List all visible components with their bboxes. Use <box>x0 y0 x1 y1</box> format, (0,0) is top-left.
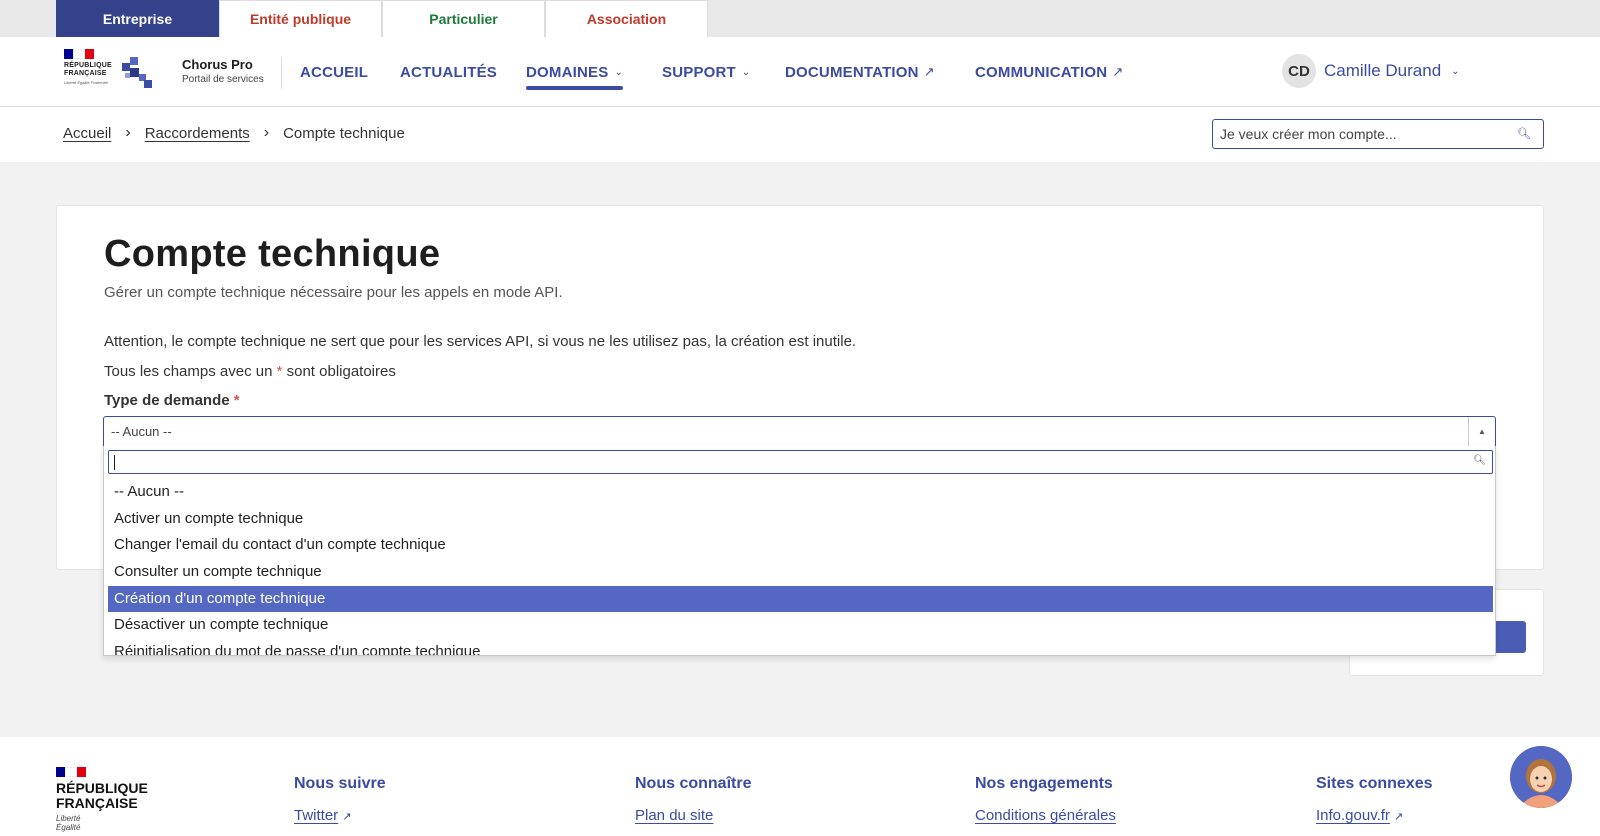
footer-link-conditions[interactable]: Conditions générales <box>975 807 1116 824</box>
footer-rf-line2: FRANÇAISE <box>56 795 138 811</box>
option-aucun[interactable]: -- Aucun -- <box>108 479 1493 506</box>
search-input[interactable]: Je veux créer mon compte... 🔍︎ <box>1212 119 1544 149</box>
flag-icon <box>64 49 94 59</box>
site-header: RÉPUBLIQUE FRANÇAISE Liberté Égalité Fra… <box>0 37 1600 107</box>
user-name: Camille Durand <box>1324 61 1442 80</box>
footer-link-plan-du-site[interactable]: Plan du site <box>635 807 713 824</box>
breadcrumb-separator-icon: › <box>263 124 270 141</box>
option-activer[interactable]: Activer un compte technique <box>108 506 1493 533</box>
tab-entite-publique[interactable]: Entité publique <box>219 0 382 37</box>
footer-motto: Liberté <box>56 814 81 823</box>
breadcrumb-separator-icon: › <box>125 124 131 141</box>
brand[interactable]: Chorus Pro Portail de services <box>182 57 264 85</box>
flag-icon <box>56 767 86 777</box>
external-link-icon: ↗ <box>1112 64 1124 79</box>
footer-motto: Égalité <box>56 823 81 832</box>
chevron-down-icon: ⌄ <box>1451 65 1460 77</box>
chatbot-face-icon <box>1510 746 1572 808</box>
option-changer-email[interactable]: Changer l'email du contact d'un compte t… <box>108 532 1493 559</box>
search-icon: 🔍︎ <box>1473 455 1486 466</box>
breadcrumb-bar: Accueil › Raccordements › Compte techniq… <box>0 107 1600 162</box>
nav-domaines[interactable]: DOMAINES ⌄ <box>526 37 624 107</box>
rf-line2: FRANÇAISE <box>64 70 107 77</box>
footer-link-info-gouv[interactable]: Info.gouv.fr ↗ <box>1316 807 1403 824</box>
breadcrumb-current: Compte technique <box>283 124 405 142</box>
nav-actualites[interactable]: ACTUALITÉS <box>400 37 497 107</box>
option-consulter[interactable]: Consulter un compte technique <box>108 559 1493 586</box>
site-footer: RÉPUBLIQUE FRANÇAISE Liberté Égalité Nou… <box>0 737 1600 836</box>
option-desactiver[interactable]: Désactiver un compte technique <box>108 612 1493 639</box>
option-reinitialisation[interactable]: Réinitialisation du mot de passe d'un co… <box>108 639 1493 655</box>
footer-link-twitter[interactable]: Twitter ↗ <box>294 807 351 824</box>
required-star: * <box>233 392 240 409</box>
footer-col-nous-connaitre: Nous connaître Plan du site <box>635 775 751 825</box>
search-placeholder: Je veux créer mon compte... <box>1220 126 1397 142</box>
tab-particulier[interactable]: Particulier <box>382 0 545 37</box>
chevron-down-icon: ⌄ <box>741 66 751 78</box>
chorus-pro-logo-icon[interactable] <box>120 55 154 89</box>
nav-label: DOCUMENTATION <box>785 63 919 81</box>
footer-heading: Nous connaître <box>635 775 752 792</box>
nav-label: DOMAINES <box>526 63 609 81</box>
dropdown-search-input[interactable]: 🔍︎ <box>108 450 1493 474</box>
warning-text: Attention, le compte technique ne sert q… <box>104 333 857 350</box>
footer-rf-logo[interactable]: RÉPUBLIQUE FRANÇAISE Liberté Égalité <box>56 767 148 832</box>
nav-communication[interactable]: COMMUNICATION ↗ <box>975 37 1123 107</box>
breadcrumb-raccordements[interactable]: Raccordements <box>145 125 250 142</box>
select-value: -- Aucun -- <box>111 424 172 439</box>
nav-label: COMMUNICATION <box>975 63 1108 81</box>
nav-support[interactable]: SUPPORT ⌄ <box>662 37 751 107</box>
external-link-icon: ↗ <box>923 64 935 79</box>
required-note: Tous les champs avec un * sont obligatoi… <box>104 363 396 380</box>
tab-association[interactable]: Association <box>545 0 708 37</box>
user-menu[interactable]: CD Camille Durand ⌄ <box>1282 53 1460 89</box>
brand-name: Chorus Pro <box>182 57 253 72</box>
search-icon[interactable]: 🔍︎ <box>1517 127 1531 140</box>
type-demande-dropdown: 🔍︎ -- Aucun -- Activer un compte techniq… <box>103 446 1496 656</box>
nav-accueil[interactable]: ACCUEIL <box>300 37 368 107</box>
footer-link-label: Info.gouv.fr <box>1316 807 1390 824</box>
footer-heading: Nos engagements <box>975 775 1113 792</box>
page-title: Compte technique <box>104 233 441 275</box>
nav-label: SUPPORT <box>662 63 736 81</box>
chatbot-avatar-icon[interactable] <box>1510 746 1572 808</box>
footer-link-label: Twitter <box>294 807 339 824</box>
footer-col-sites-connexes: Sites connexes Info.gouv.fr ↗ <box>1316 775 1433 825</box>
republique-francaise-logo[interactable]: RÉPUBLIQUE FRANÇAISE Liberté Égalité Fra… <box>64 49 112 85</box>
rf-line1: RÉPUBLIQUE <box>64 62 112 69</box>
breadcrumb: Accueil › Raccordements › Compte techniq… <box>63 124 405 142</box>
footer-rf-line1: RÉPUBLIQUE <box>56 780 148 796</box>
required-note-text: sont obligatoires <box>286 363 396 380</box>
option-creation[interactable]: Création d'un compte technique <box>108 585 1493 613</box>
audience-tabs: Entreprise Entité publique Particulier A… <box>0 0 1600 37</box>
external-link-icon: ↗ <box>1393 811 1404 823</box>
type-demande-select[interactable]: -- Aucun -- ▲ <box>103 416 1496 447</box>
divider <box>281 57 282 89</box>
chevron-up-icon[interactable]: ▲ <box>1468 417 1495 446</box>
text-caret <box>114 455 115 470</box>
chevron-down-icon: ⌄ <box>614 66 624 78</box>
external-link-icon: ↗ <box>342 811 352 823</box>
page-subtitle: Gérer un compte technique nécessaire pou… <box>104 284 563 301</box>
avatar: CD <box>1282 54 1316 88</box>
footer-heading: Sites connexes <box>1316 775 1433 792</box>
required-star: * <box>276 363 283 380</box>
required-note-text: Tous les champs avec un <box>104 363 273 380</box>
brand-subtitle: Portail de services <box>182 74 264 85</box>
tab-entreprise[interactable]: Entreprise <box>56 0 219 37</box>
footer-col-nous-suivre: Nous suivre Twitter ↗ <box>294 775 386 825</box>
nav-documentation[interactable]: DOCUMENTATION ↗ <box>785 37 935 107</box>
nav-label: ACTUALITÉS <box>400 63 497 81</box>
field-label-text: Type de demande <box>104 392 230 409</box>
footer-heading: Nous suivre <box>294 775 386 792</box>
breadcrumb-accueil[interactable]: Accueil <box>63 125 111 142</box>
footer-col-nos-engagements: Nos engagements Conditions générales <box>975 775 1116 825</box>
options-list: -- Aucun -- Activer un compte technique … <box>108 479 1493 655</box>
nav-label: ACCUEIL <box>300 63 369 81</box>
rf-motto: Liberté Égalité Fraternité <box>64 80 108 85</box>
type-demande-label: Type de demande * <box>104 392 240 409</box>
